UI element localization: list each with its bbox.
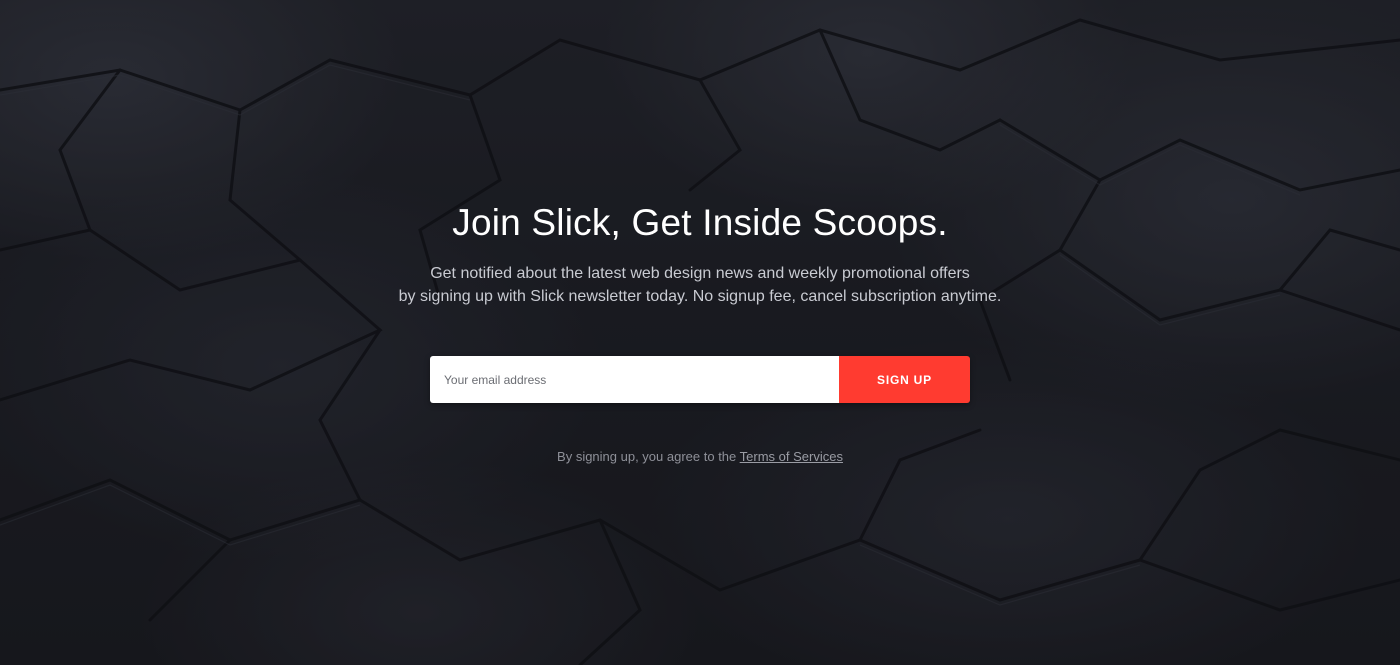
newsletter-section: Join Slick, Get Inside Scoops. Get notif… xyxy=(0,0,1400,665)
description-line-1: Get notified about the latest web design… xyxy=(430,265,970,282)
signup-form: SIGN UP xyxy=(430,356,970,403)
terms-prefix: By signing up, you agree to the xyxy=(557,449,737,464)
description-line-2: by signing up with Slick newsletter toda… xyxy=(398,288,1002,305)
terms-of-services-link[interactable]: Terms of Services xyxy=(740,449,843,464)
newsletter-description: Get notified about the latest web design… xyxy=(0,262,1400,308)
terms-notice: By signing up, you agree to the Terms of… xyxy=(0,448,1400,466)
page-title: Join Slick, Get Inside Scoops. xyxy=(452,202,948,243)
sign-up-button[interactable]: SIGN UP xyxy=(839,356,970,403)
email-input[interactable] xyxy=(430,356,839,403)
